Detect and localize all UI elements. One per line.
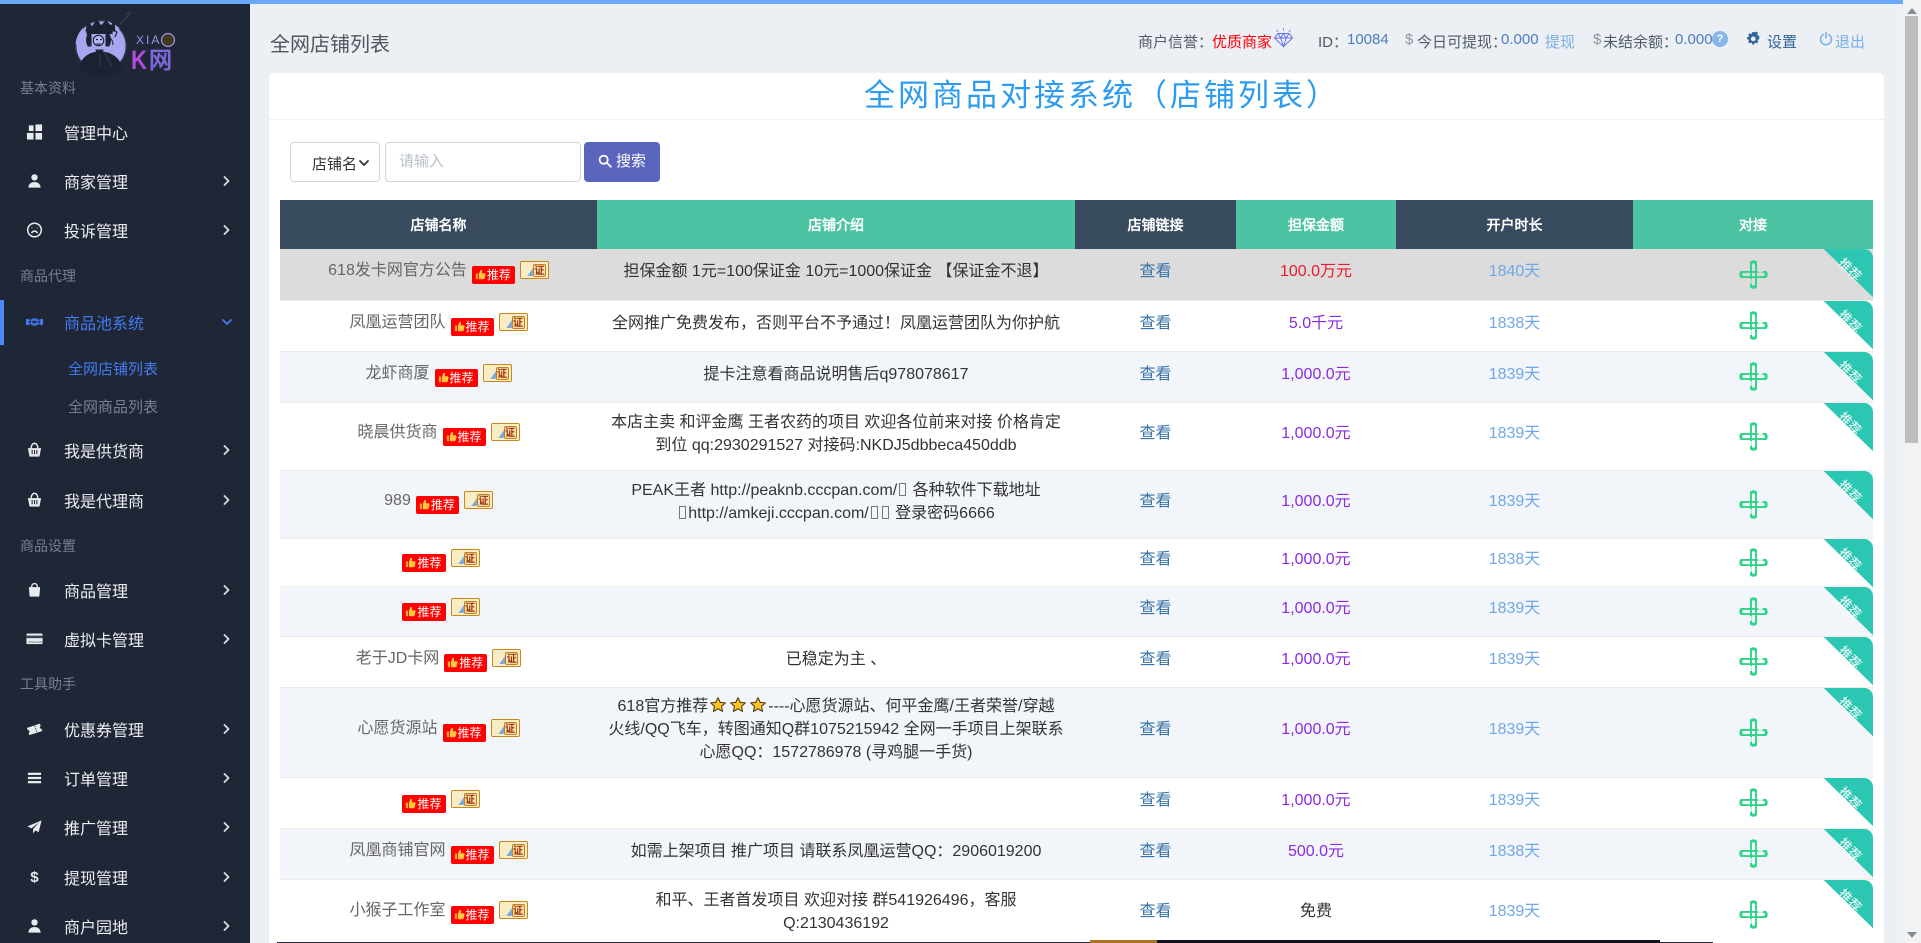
- svg-text:K: K: [131, 46, 147, 76]
- svg-text:网: 网: [149, 47, 172, 73]
- svg-text:XIA: XIA: [136, 33, 161, 47]
- svg-text:DISC●VER: DISC●VER: [29, 640, 43, 644]
- svg-text:$: $: [30, 869, 39, 885]
